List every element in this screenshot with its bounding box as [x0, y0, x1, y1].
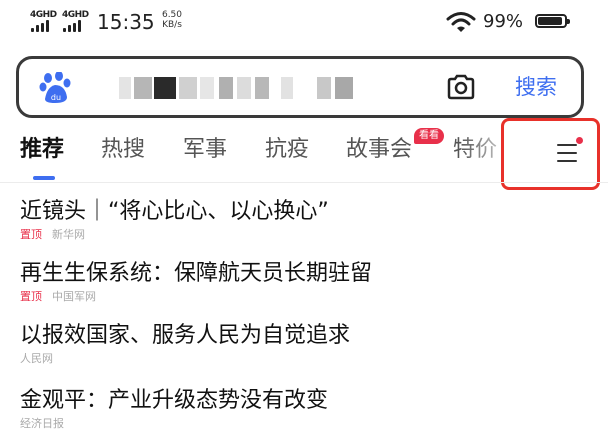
news-title[interactable]: 金观平：产业升级态势没有改变: [20, 386, 590, 416]
news-source: 新华网: [52, 228, 85, 241]
pinned-tag: 置顶: [20, 228, 42, 241]
wifi-icon: [446, 12, 476, 32]
battery-level-fill: [538, 17, 562, 25]
divider: [0, 182, 608, 183]
news-item[interactable]: 金观平：产业升级态势没有改变 经济日报: [20, 386, 590, 432]
news-item[interactable]: 近镜头｜“将心比心、以心换心” 置顶 新华网: [20, 197, 590, 243]
active-tab-indicator: [33, 176, 55, 180]
tab-badge: 看看: [414, 128, 444, 144]
news-title[interactable]: 近镜头｜“将心比心、以心换心”: [20, 197, 590, 227]
status-bar: 4GHD 4GHD 15:35 6.50 KB/s 99%: [0, 0, 608, 44]
network-type-label: 4GHD: [30, 10, 57, 20]
baidu-paw-icon: du: [39, 72, 71, 103]
network-speed-unit: KB/s: [162, 20, 182, 30]
search-button[interactable]: 搜索: [515, 74, 557, 100]
network-type-label: 4GHD: [62, 10, 89, 20]
tab-anti-epidemic[interactable]: 抗疫: [265, 134, 309, 166]
news-title[interactable]: 以报效国家、服务人民为自觉追求: [20, 321, 590, 351]
signal-icon: 4GHD: [62, 10, 92, 32]
network-speed: 6.50 KB/s: [158, 10, 186, 30]
tab-military[interactable]: 军事: [183, 134, 227, 166]
battery-icon: [535, 14, 570, 28]
news-item[interactable]: 再生生保系统：保障航天员长期驻留 置顶 中国军网: [20, 259, 590, 305]
news-source: 中国军网: [52, 290, 96, 303]
tab-hot-search[interactable]: 热搜: [101, 134, 145, 166]
pinned-tag: 置顶: [20, 290, 42, 303]
battery-percentage: 99%: [483, 11, 524, 32]
status-time: 15:35: [97, 10, 155, 34]
svg-text:du: du: [51, 93, 61, 102]
camera-icon[interactable]: [446, 74, 476, 100]
highlight-annotation-box: [501, 118, 600, 190]
news-item[interactable]: 以报效国家、服务人民为自觉追求 人民网: [20, 321, 590, 367]
signal-icon: 4GHD: [30, 10, 60, 32]
tab-recommend[interactable]: 推荐: [20, 134, 64, 166]
search-box[interactable]: du 搜索: [16, 56, 584, 118]
news-title[interactable]: 再生生保系统：保障航天员长期驻留: [20, 259, 590, 289]
news-source: 经济日报: [20, 417, 64, 430]
tab-story[interactable]: 故事会: [346, 134, 412, 166]
news-source: 人民网: [20, 352, 53, 365]
network-speed-value: 6.50: [161, 10, 183, 20]
